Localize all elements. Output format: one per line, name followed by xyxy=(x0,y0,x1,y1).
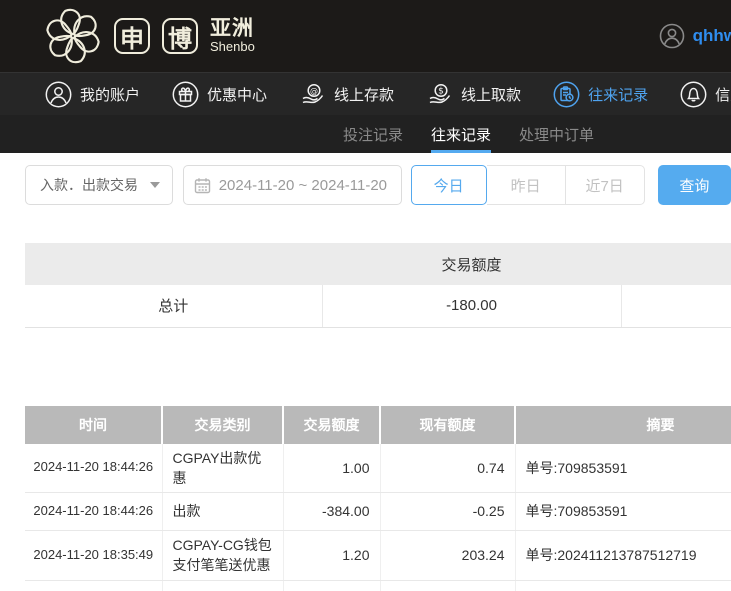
cell-type: CGPAY-CG钱包支付笔笔送优惠 xyxy=(161,530,283,581)
cell-amount: 1.00 xyxy=(282,443,380,494)
table-row: 2024-11-20 18:35:49 CGPAY-CG钱包支付笔笔送优惠 1.… xyxy=(25,530,731,581)
cell-balance: -0.25 xyxy=(379,492,515,532)
nav-label: 信息 xyxy=(715,86,731,104)
svg-text:@: @ xyxy=(310,86,318,95)
cell-memo: 单号:709853591 xyxy=(514,443,731,494)
nav-item-promotions[interactable]: 优惠中心 xyxy=(172,81,267,108)
col-header-balance: 现有额度 xyxy=(379,405,515,444)
nav-label: 往来记录 xyxy=(588,86,649,104)
summary-header-empty xyxy=(621,243,731,285)
tab-transaction-records[interactable]: 往来记录 xyxy=(431,115,492,153)
col-header-type: 交易类别 xyxy=(161,405,283,444)
person-circle-icon xyxy=(45,81,72,107)
nav-label: 线上取款 xyxy=(461,86,522,104)
transaction-type-value: 入款．出款交易 xyxy=(40,177,138,193)
cell-time: 2024-11-20 18:44:26 xyxy=(25,492,162,532)
filter-bar: 入款．出款交易 2024-11-20 ~ 2024-11-20 今日 昨日 近7… xyxy=(25,165,731,205)
clipboard-clock-icon xyxy=(553,81,580,107)
cell-type: CGPAY支付 xyxy=(161,580,283,591)
brand-region: 亚洲 xyxy=(210,17,254,41)
calendar-icon xyxy=(194,177,210,193)
records-table-wrap: 时间 交易类别 交易额度 现有额度 摘要 2024-11-20 18:44:26… xyxy=(0,405,731,591)
table-row: 2024-11-20 18:44:26 CGPAY出款优惠 1.00 0.74 … xyxy=(25,443,731,494)
chevron-down-icon xyxy=(149,182,160,188)
summary-table: 交易额度 总计 -180.00 xyxy=(25,243,731,328)
nav-item-transaction-records[interactable]: 往来记录 xyxy=(553,81,648,108)
tab-processing-orders[interactable]: 处理中订单 xyxy=(519,115,594,153)
top-brand-bar: 申 博 亚洲 Shenbo qhhw xyxy=(0,0,731,72)
cell-amount: -384.00 xyxy=(282,492,380,532)
col-header-time: 时间 xyxy=(25,405,162,444)
col-header-memo: 摘要 xyxy=(514,405,731,444)
tab-betting-records[interactable]: 投注记录 xyxy=(343,115,403,153)
date-range-input[interactable]: 2024-11-20 ~ 2024-11-20 xyxy=(182,165,402,205)
records-header-row: 时间 交易类别 交易额度 现有额度 摘要 xyxy=(25,405,731,444)
nav-item-withdrawal[interactable]: $ 线上取款 xyxy=(426,81,521,108)
summary-total-row: 总计 -180.00 xyxy=(25,285,731,328)
summary-total-value: -180.00 xyxy=(321,285,621,328)
hand-coin-at-icon: @ xyxy=(302,83,324,103)
transaction-type-select[interactable]: 入款．出款交易 xyxy=(25,165,173,205)
nav-item-messages[interactable]: 信息 xyxy=(680,81,731,108)
flower-logo-icon xyxy=(46,8,100,64)
summary-header-empty xyxy=(25,243,322,285)
cell-type: 出款 xyxy=(161,492,283,532)
hand-coin-dollar-icon: $ xyxy=(429,83,451,103)
quick-date-button-group: 今日 昨日 近7日 xyxy=(410,165,645,205)
summary-header-amount: 交易额度 xyxy=(322,243,621,285)
cell-type: CGPAY出款优惠 xyxy=(161,443,283,494)
tab-label: 处理中订单 xyxy=(519,126,595,144)
today-button[interactable]: 今日 xyxy=(410,165,487,205)
cell-memo: 单号:202411213787512719 xyxy=(514,530,731,581)
user-account-link[interactable]: qhhw xyxy=(659,23,731,49)
table-row: 2024-11-20 18:44:26 出款 -384.00 -0.25 单号:… xyxy=(25,492,731,532)
cell-time: 2024-11-20 18:44:26 xyxy=(25,443,162,494)
tab-label: 往来记录 xyxy=(431,126,492,144)
records-table: 时间 交易类别 交易额度 现有额度 摘要 2024-11-20 18:44:26… xyxy=(25,405,731,591)
nav-label: 我的账户 xyxy=(80,86,141,104)
user-avatar-icon xyxy=(659,23,684,49)
last-7-days-button[interactable]: 近7日 xyxy=(565,165,645,205)
records-tab-bar: 投注记录 往来记录 处理中订单 xyxy=(0,115,731,153)
search-button[interactable]: 查询 xyxy=(657,165,731,205)
summary-empty-cell xyxy=(620,285,731,328)
brand-logo[interactable]: 申 博 亚洲 Shenbo xyxy=(44,7,255,65)
nav-label: 线上存款 xyxy=(334,86,395,104)
cell-time: 2024-11-20 18:35:49 xyxy=(25,580,162,591)
cell-memo: 单号:202411213787512719 xyxy=(514,580,731,591)
brand-char-2: 博 xyxy=(162,18,198,54)
cell-amount: 1.20 xyxy=(282,530,380,581)
cell-memo: 单号:709853591 xyxy=(514,492,731,532)
cell-amount: 200.00 xyxy=(282,580,380,591)
cell-balance: 0.74 xyxy=(379,443,515,494)
bell-icon xyxy=(680,81,707,107)
summary-total-label: 总计 xyxy=(25,285,322,328)
nav-item-deposit[interactable]: @ 线上存款 xyxy=(299,81,394,108)
cell-time: 2024-11-20 18:35:49 xyxy=(25,530,162,581)
table-row: 2024-11-20 18:35:49 CGPAY支付 200.00 202.0… xyxy=(25,580,731,591)
gift-icon xyxy=(172,81,199,107)
content-area: 入款．出款交易 2024-11-20 ~ 2024-11-20 今日 昨日 近7… xyxy=(0,165,731,591)
nav-label: 优惠中心 xyxy=(207,86,268,104)
main-navigation: 我的账户 优惠中心 @ 线上存款 $ 线上取款 往来记录 信 xyxy=(0,72,731,115)
tab-label: 投注记录 xyxy=(343,126,404,144)
svg-text:$: $ xyxy=(438,86,444,96)
yesterday-button[interactable]: 昨日 xyxy=(486,165,566,205)
nav-item-my-account[interactable]: 我的账户 xyxy=(45,81,140,108)
date-range-value: 2024-11-20 ~ 2024-11-20 xyxy=(218,176,388,194)
brand-name-en: Shenbo xyxy=(210,39,255,55)
cell-balance: 203.24 xyxy=(379,530,515,581)
cell-balance: 202.04 xyxy=(379,580,515,591)
summary-header-row: 交易额度 xyxy=(25,243,731,285)
col-header-amount: 交易额度 xyxy=(282,405,380,444)
username-text: qhhw xyxy=(692,26,731,45)
brand-char-1: 申 xyxy=(114,18,150,54)
